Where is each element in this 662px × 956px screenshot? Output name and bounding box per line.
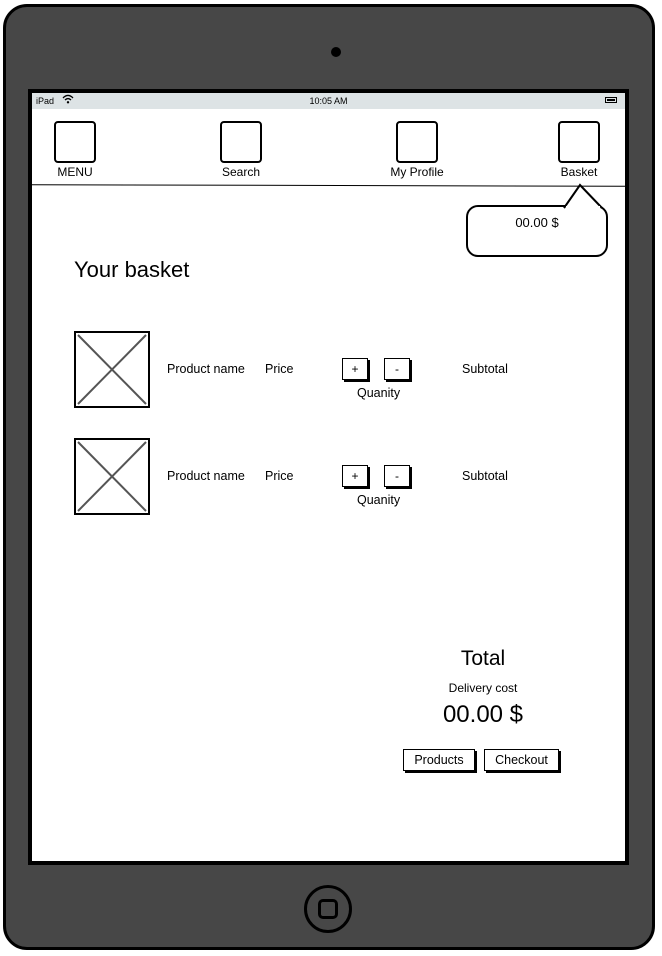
product-name: Product name bbox=[167, 469, 245, 483]
quantity-minus-button[interactable]: - bbox=[384, 465, 410, 487]
basket-icon bbox=[558, 121, 600, 163]
nav-menu[interactable]: MENU bbox=[52, 121, 98, 179]
quantity-label: Quanity bbox=[357, 493, 401, 507]
status-bar: iPad 10:05 AM bbox=[32, 93, 625, 109]
products-button[interactable]: Products bbox=[403, 749, 475, 771]
product-image-placeholder-icon bbox=[74, 438, 150, 515]
delivery-cost-label: Delivery cost bbox=[448, 681, 518, 695]
product-price: Price bbox=[265, 469, 294, 483]
nav-divider bbox=[32, 184, 625, 187]
total-heading: Total bbox=[460, 647, 506, 670]
nav-basket-label: Basket bbox=[560, 165, 598, 179]
basket-bubble-amount: 00.00 $ bbox=[515, 215, 559, 230]
basket-item-row: Product name Price + - Quanity Subtotal bbox=[32, 331, 625, 411]
total-amount: 00.00 $ bbox=[442, 701, 524, 728]
nav-search-label: Search bbox=[221, 165, 261, 179]
nav-profile[interactable]: My Profile bbox=[390, 121, 444, 179]
product-subtotal: Subtotal bbox=[462, 362, 508, 376]
nav-profile-label: My Profile bbox=[390, 165, 444, 179]
screen: iPad 10:05 AM MENU Search My Profile Bas… bbox=[28, 89, 629, 865]
bubble-tail-icon bbox=[563, 183, 603, 209]
menu-icon bbox=[54, 121, 96, 163]
checkout-button[interactable]: Checkout bbox=[484, 749, 559, 771]
product-price: Price bbox=[265, 362, 294, 376]
status-time: 10:05 AM bbox=[309, 96, 348, 106]
page-title: Your basket bbox=[74, 257, 190, 282]
basket-total-bubble: 00.00 $ bbox=[466, 205, 608, 257]
search-icon bbox=[220, 121, 262, 163]
product-name: Product name bbox=[167, 362, 245, 376]
quantity-label: Quanity bbox=[357, 386, 401, 400]
profile-icon bbox=[396, 121, 438, 163]
battery-icon bbox=[605, 97, 617, 103]
product-subtotal: Subtotal bbox=[462, 469, 508, 483]
product-image-placeholder-icon bbox=[74, 331, 150, 408]
nav-search[interactable]: Search bbox=[218, 121, 264, 179]
home-button[interactable] bbox=[304, 885, 352, 933]
nav-menu-label: MENU bbox=[57, 165, 93, 179]
camera-dot bbox=[331, 47, 341, 57]
quantity-minus-button[interactable]: - bbox=[384, 358, 410, 380]
quantity-plus-button[interactable]: + bbox=[342, 465, 368, 487]
quantity-plus-button[interactable]: + bbox=[342, 358, 368, 380]
basket-item-row: Product name Price + - Quanity Subtotal bbox=[32, 438, 625, 518]
home-icon bbox=[318, 899, 338, 919]
nav-basket[interactable]: Basket bbox=[556, 121, 602, 179]
